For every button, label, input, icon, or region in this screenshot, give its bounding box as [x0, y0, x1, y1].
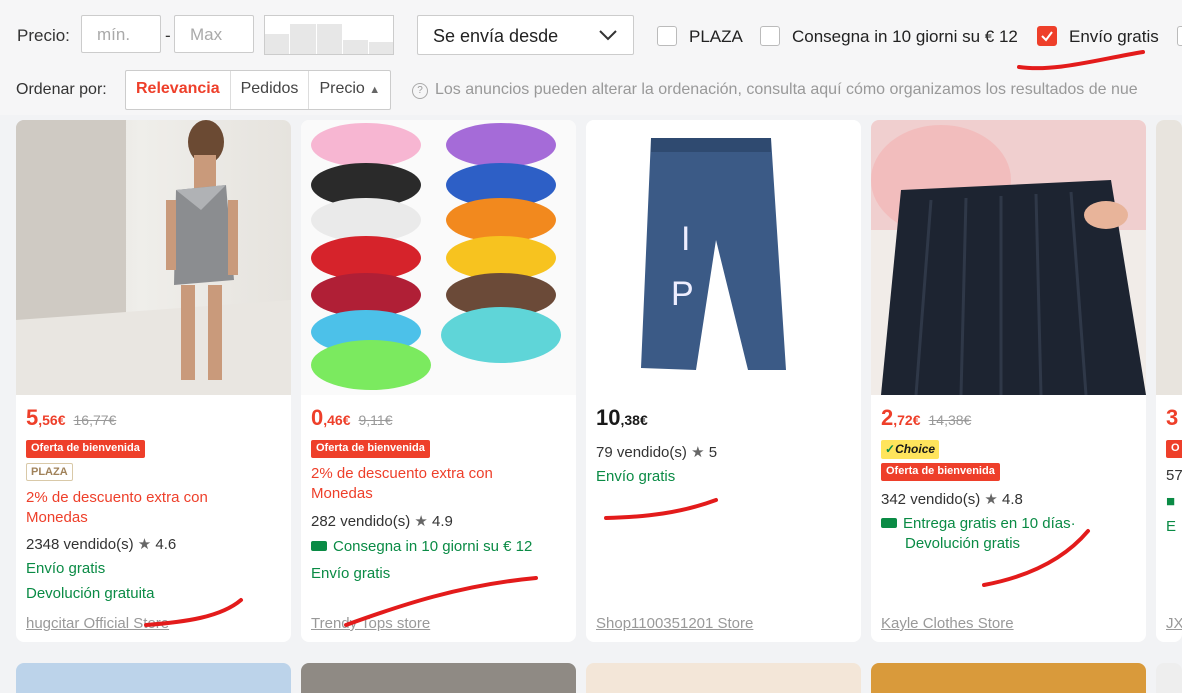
sort-arrows-icon: ▲	[369, 84, 381, 96]
product-image[interactable]: I P	[586, 120, 861, 395]
truck-icon: ■	[1166, 493, 1176, 510]
store-link[interactable]: JXN	[1166, 615, 1182, 632]
annotation-underline	[144, 598, 243, 627]
sold-count: 2348 vendido(s) ★ 4.6	[26, 536, 177, 553]
star-icon: ★	[984, 491, 998, 508]
ten-day-delivery-label: Consegna in 10 giorni su € 12	[792, 27, 1018, 46]
product-price: 2,72€ 14,38€	[881, 405, 972, 430]
check-icon: ✓	[885, 442, 896, 456]
svg-text:I: I	[681, 220, 690, 258]
product-price: 5,56€ 16,77€	[26, 405, 117, 430]
sold-count: 57	[1166, 467, 1182, 484]
min-price-input[interactable]: mín.	[81, 15, 161, 53]
product-image[interactable]	[16, 120, 291, 395]
star-icon: ★	[137, 536, 152, 553]
product-card[interactable]	[871, 663, 1146, 693]
product-card[interactable]: 2,72€ 14,38€ ✓Choice Oferta de bienvenida…	[871, 120, 1146, 642]
sort-relevance[interactable]: Relevancia	[126, 71, 231, 109]
welcome-offer-badge: O	[1166, 440, 1182, 458]
truck-icon	[311, 541, 327, 551]
product-image[interactable]	[1156, 120, 1182, 395]
annotation-underline	[344, 576, 538, 627]
next-filter-checkbox[interactable]	[1177, 26, 1182, 46]
star-icon: ★	[691, 444, 705, 461]
plaza-checkbox[interactable]	[657, 26, 677, 46]
ten-day-delivery-checkbox[interactable]	[760, 26, 780, 46]
ship-from-select[interactable]: Se envía desde	[417, 15, 634, 55]
product-image[interactable]	[871, 120, 1146, 395]
sort-label: Ordenar por:	[16, 81, 107, 98]
price-label: Precio:	[17, 26, 70, 45]
product-image[interactable]	[301, 120, 576, 395]
jeans-photo-icon: I P	[641, 138, 786, 370]
product-card[interactable]: 5,56€ 16,77€ Oferta de bienvenida PLAZA 2…	[16, 120, 291, 642]
delivery-promise: Consegna in 10 giorni su € 12	[311, 538, 532, 555]
product-card[interactable]: I P 10,38€ 79 vendido(s) ★ 5 Envío grati…	[586, 120, 861, 642]
price-dash: -	[165, 26, 171, 45]
plaza-checkbox-label: PLAZA	[689, 27, 743, 46]
sort-note: ? Los anuncios pueden alterar la ordenaci…	[412, 81, 1138, 99]
product-price: 3	[1166, 405, 1179, 430]
svg-text:P: P	[671, 275, 694, 313]
plaza-badge: PLAZA	[26, 463, 73, 481]
dress-photo-icon	[16, 120, 291, 395]
product-card[interactable]: 0,46€ 9,11€ Oferta de bienvenida 2% de de…	[301, 120, 576, 642]
annotation-underline	[982, 529, 1090, 587]
sold-count: 79 vendido(s) ★ 5	[596, 444, 718, 461]
sold-count: 282 vendido(s) ★ 4.9	[311, 513, 453, 530]
free-shipping: E	[1166, 518, 1177, 535]
max-price-input[interactable]: Max	[174, 15, 254, 53]
sold-count: 342 vendido(s) ★ 4.8	[881, 491, 1023, 508]
filter-bar: Precio: mín. - Max Se envía desde PLAZA …	[0, 0, 1182, 115]
info-icon[interactable]: ?	[412, 83, 428, 99]
welcome-offer-badge: Oferta de bienvenida	[311, 440, 430, 458]
welcome-offer-badge: Oferta de bienvenida	[26, 440, 145, 458]
chevron-down-icon	[599, 30, 617, 41]
coin-discount: 2% de descuento extra con Monedas	[311, 465, 493, 502]
skirt-photo-icon	[871, 120, 1146, 395]
annotation-underline	[1017, 50, 1145, 71]
coin-discount: 2% de descuento extra con Monedas	[26, 489, 208, 526]
product-card[interactable]	[1156, 663, 1182, 693]
sort-price-label: Precio	[319, 80, 365, 97]
ship-from-label: Se envía desde	[433, 26, 559, 46]
sort-note-text: Los anuncios pueden alterar la ordenació…	[435, 81, 1138, 98]
product-card[interactable]	[586, 663, 861, 693]
product-card[interactable]	[16, 663, 291, 693]
sort-orders[interactable]: Pedidos	[231, 71, 310, 109]
store-link[interactable]: Kayle Clothes Store	[881, 615, 1014, 632]
choice-badge: ✓Choice	[881, 440, 940, 459]
annotation-underline	[604, 498, 718, 520]
free-shipping: Envío gratis	[596, 468, 676, 485]
price-histogram[interactable]	[264, 15, 394, 55]
product-card[interactable]: 3 O 57 ■ E JXN	[1156, 120, 1182, 642]
sort-price[interactable]: Precio ▲	[309, 71, 390, 109]
tutu-photo-icon	[311, 123, 561, 390]
product-card[interactable]	[301, 663, 576, 693]
free-shipping: Envío gratis	[26, 560, 106, 577]
product-price: 10,38€	[596, 405, 648, 430]
welcome-offer-badge: Oferta de bienvenida	[881, 463, 1000, 481]
sort-options: Relevancia Pedidos Precio ▲	[125, 70, 392, 110]
truck-icon	[881, 518, 897, 528]
product-price: 0,46€ 9,11€	[311, 405, 393, 430]
star-icon: ★	[414, 513, 428, 530]
store-link[interactable]: Shop1100351201 Store	[596, 615, 753, 632]
